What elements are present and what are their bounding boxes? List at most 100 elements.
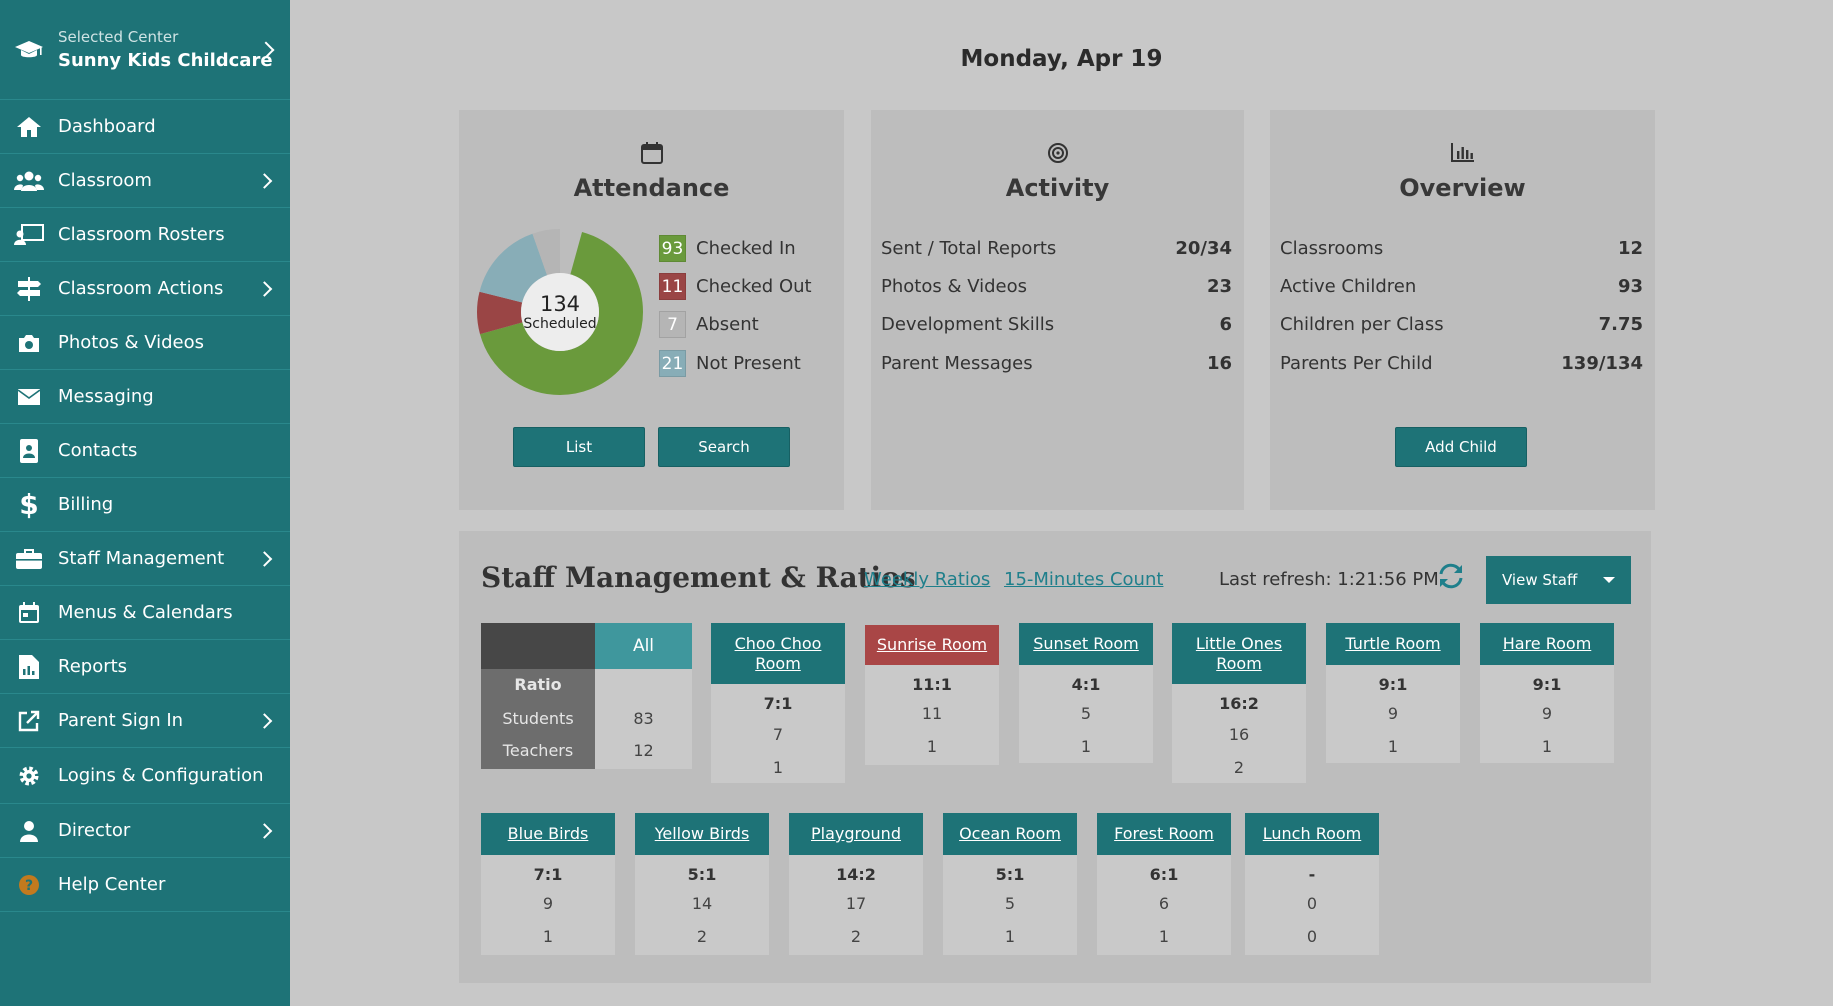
ratio-label: Ratio (514, 675, 562, 694)
activity-row: Development Skills 6 (881, 314, 1232, 335)
stat-label: Parent Messages (881, 353, 1033, 374)
room-students: 9 (1387, 704, 1399, 723)
question-circle-icon: ? (10, 874, 48, 896)
tab-all[interactable]: All (595, 623, 692, 669)
sidebar-item-classroom-actions[interactable]: Classroom Actions (0, 262, 290, 316)
staff-panel-title: Staff Management & Ratios (481, 561, 916, 594)
room-card: Hare Room 9:1 9 1 (1480, 623, 1614, 763)
room-link[interactable]: Lunch Room (1245, 813, 1379, 855)
sidebar-item-director[interactable]: Director (0, 804, 290, 858)
room-teachers: 1 (1004, 927, 1016, 946)
legend-checked-in: 93 Checked In (659, 235, 796, 262)
sidebar-item-classroom[interactable]: Classroom (0, 154, 290, 208)
room-ratio: 7:1 (533, 865, 563, 884)
list-button[interactable]: List (513, 427, 645, 467)
selected-center[interactable]: Selected Center Sunny Kids Childcare (0, 0, 290, 100)
legend-label: Checked Out (696, 276, 812, 297)
all-rooms-summary: Ratio Students Teachers All 83 12 (481, 623, 692, 769)
sidebar-item-label: Messaging (58, 386, 154, 407)
room-teachers: 1 (1158, 927, 1170, 946)
caret-down-icon[interactable] (1603, 577, 1615, 583)
sidebar-item-contacts[interactable]: Contacts (0, 424, 290, 478)
room-card: Blue Birds 7:1 9 1 (481, 813, 615, 955)
overview-title: Overview (1399, 174, 1526, 202)
room-link[interactable]: Hare Room (1480, 623, 1614, 665)
sidebar-item-menus-calendars[interactable]: Menus & Calendars (0, 586, 290, 640)
weekly-ratios-link[interactable]: Weekly Ratios (864, 569, 990, 590)
sidebar-item-parent-sign-in[interactable]: Parent Sign In (0, 694, 290, 748)
overview-row: Parents Per Child 139/134 (1280, 353, 1643, 374)
graduation-cap-icon (10, 39, 48, 61)
sidebar-item-messaging[interactable]: Messaging (0, 370, 290, 424)
room-link[interactable]: Sunset Room (1019, 623, 1153, 665)
add-child-button[interactable]: Add Child (1395, 427, 1527, 467)
scheduled-count: 134 (539, 292, 581, 316)
room-teachers: 1 (926, 737, 938, 756)
room-teachers: 1 (1541, 737, 1553, 756)
bullseye-icon (871, 142, 1244, 164)
chevron-right-icon (256, 280, 273, 297)
scheduled-label: Scheduled (523, 316, 597, 332)
room-ratio: 9:1 (1532, 675, 1562, 694)
legend-count: 21 (659, 350, 686, 377)
report-file-icon (10, 654, 48, 679)
room-link[interactable]: Ocean Room (943, 813, 1077, 855)
room-link[interactable]: Turtle Room (1326, 623, 1460, 665)
calendar-icon (10, 601, 48, 624)
stat-label: Parents Per Child (1280, 353, 1433, 374)
activity-title: Activity (1005, 174, 1110, 202)
room-card: Yellow Birds 5:1 14 2 (635, 813, 769, 955)
legend-count: 7 (659, 311, 686, 338)
envelope-icon (10, 388, 48, 405)
sidebar-item-logins-configuration[interactable]: Logins & Configuration (0, 748, 290, 804)
search-button[interactable]: Search (658, 427, 790, 467)
legend-label: Checked In (696, 238, 796, 259)
room-students: 17 (845, 894, 867, 913)
gear-icon (10, 764, 48, 788)
room-teachers: 1 (1387, 737, 1399, 756)
room-ratio: - (1308, 865, 1316, 884)
attendance-card: Attendance 134 Scheduled 93 Checked In 1… (459, 110, 844, 510)
view-staff-dropdown[interactable]: View Staff (1486, 556, 1631, 604)
room-link[interactable]: Forest Room (1097, 813, 1231, 855)
sidebar-item-label: Menus & Calendars (58, 602, 233, 623)
activity-row: Parent Messages 16 (881, 353, 1232, 374)
sidebar-item-label: Billing (58, 494, 114, 515)
room-students: 5 (1080, 704, 1092, 723)
room-link[interactable]: Playground (789, 813, 923, 855)
room-ratio: 6:1 (1149, 865, 1179, 884)
users-icon (10, 170, 48, 192)
chevron-right-icon (256, 822, 273, 839)
stat-label: Children per Class (1280, 314, 1444, 335)
last-refresh-text: Last refresh: 1:21:56 PM (1219, 569, 1439, 590)
sidebar-item-reports[interactable]: Reports (0, 640, 290, 694)
stat-label: Sent / Total Reports (881, 238, 1057, 259)
room-link[interactable]: Choo Choo Room (711, 623, 845, 684)
room-link[interactable]: Blue Birds (481, 813, 615, 855)
legend-label: Not Present (696, 353, 801, 374)
room-link[interactable]: Little Ones Room (1172, 623, 1306, 684)
stat-value: 23 (1206, 276, 1232, 297)
legend-not-present: 21 Not Present (659, 350, 801, 377)
sidebar-item-dashboard[interactable]: Dashboard (0, 100, 290, 154)
fifteen-minutes-count-link[interactable]: 15-Minutes Count (1004, 569, 1163, 590)
attendance-title: Attendance (573, 174, 730, 202)
briefcase-icon (10, 548, 48, 569)
sidebar-item-photos-videos[interactable]: Photos & Videos (0, 316, 290, 370)
stat-value: 139/134 (1561, 353, 1643, 374)
sidebar-item-label: Staff Management (58, 548, 225, 569)
room-teachers: 1 (1080, 737, 1092, 756)
sidebar-item-staff-management[interactable]: Staff Management (0, 532, 290, 586)
stat-label: Classrooms (1280, 238, 1384, 259)
refresh-icon[interactable] (1436, 561, 1466, 595)
stat-value: 6 (1219, 314, 1232, 335)
sidebar-item-label: Classroom (58, 170, 152, 191)
sidebar-item-help-center[interactable]: ? Help Center (0, 858, 290, 912)
all-column: All 83 12 (595, 623, 692, 769)
sidebar-item-billing[interactable]: $ Billing (0, 478, 290, 532)
sidebar-item-classroom-rosters[interactable]: Classroom Rosters (0, 208, 290, 262)
room-card: Choo Choo Room 7:1 7 1 (711, 623, 845, 783)
room-link[interactable]: Yellow Birds (635, 813, 769, 855)
room-ratio: 9:1 (1378, 675, 1408, 694)
room-link[interactable]: Sunrise Room (865, 625, 999, 665)
